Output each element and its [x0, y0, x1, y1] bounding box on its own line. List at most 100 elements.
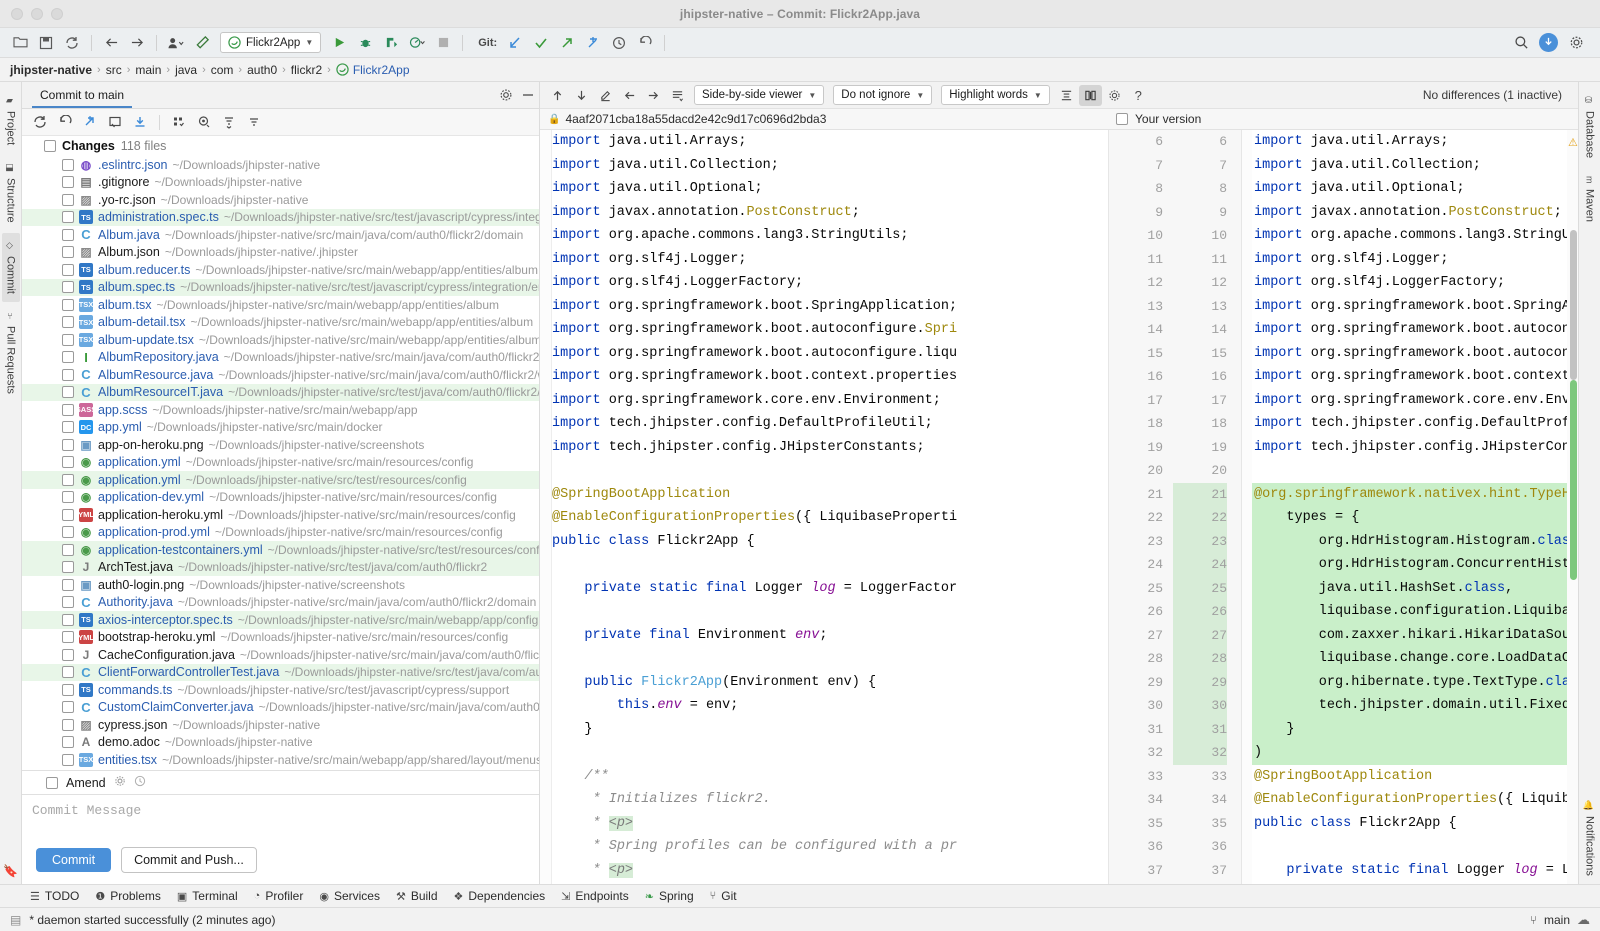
breadcrumb-item-main[interactable]: main — [135, 63, 161, 77]
viewer-mode-selector[interactable]: Side-by-side viewer ▼ — [694, 85, 824, 105]
left-code-content[interactable]: import java.util.Arrays;import java.util… — [540, 130, 1108, 884]
sync-icon[interactable] — [60, 32, 84, 54]
commit-button[interactable]: Commit — [36, 848, 111, 872]
code-line[interactable]: org.hibernate.type.TextType.class, — [1242, 671, 1578, 695]
sidebar-item-structure[interactable]: ⬓ Structure — [2, 155, 20, 231]
rollback-icon[interactable] — [53, 111, 77, 133]
file-row[interactable]: TSXentities.tsx~/Downloads/jhipster-nati… — [22, 751, 539, 769]
profile-icon[interactable] — [164, 32, 188, 54]
history-icon[interactable] — [607, 32, 631, 54]
code-line[interactable]: import java.util.Collection; — [1242, 154, 1578, 178]
code-line[interactable]: com.zaxxer.hikari.HikariDataSource.class… — [1242, 624, 1578, 648]
file-checkbox[interactable] — [62, 561, 74, 573]
breadcrumb-item-project[interactable]: jhipster-native — [10, 63, 92, 77]
search-icon[interactable] — [1509, 32, 1533, 54]
amend-checkbox[interactable] — [46, 777, 58, 789]
code-line[interactable]: import javax.annotation.PostConstruct; — [1242, 201, 1578, 225]
code-line[interactable] — [540, 741, 1108, 765]
tool-window-terminal[interactable]: ▣ Terminal — [177, 889, 238, 903]
code-line[interactable] — [540, 459, 1108, 483]
file-checkbox[interactable] — [62, 299, 74, 311]
code-line[interactable]: ) — [1242, 741, 1578, 765]
file-checkbox[interactable] — [62, 456, 74, 468]
code-line[interactable]: } — [1242, 718, 1578, 742]
code-line[interactable]: java.util.HashSet.class, — [1242, 577, 1578, 601]
file-checkbox[interactable] — [62, 211, 74, 223]
file-checkbox[interactable] — [62, 281, 74, 293]
breadcrumb[interactable]: jhipster-native › src › main › java › co… — [0, 58, 1600, 82]
history-icon[interactable] — [134, 775, 146, 790]
chevron-down-icon[interactable]: ▼ — [808, 91, 816, 100]
file-row[interactable]: TSXalbum-detail.tsx~/Downloads/jhipster-… — [22, 314, 539, 332]
changes-group-header[interactable]: Changes 118 files — [22, 136, 539, 156]
file-row[interactable]: ◍.eslintrc.json~/Downloads/jhipster-nati… — [22, 156, 539, 174]
file-checkbox[interactable] — [62, 264, 74, 276]
cloud-sync-icon[interactable]: ☁ — [1577, 912, 1590, 928]
file-row[interactable]: TSalbum.spec.ts~/Downloads/jhipster-nati… — [22, 279, 539, 297]
code-line[interactable]: import org.slf4j.Logger; — [540, 248, 1108, 272]
hammer-icon[interactable] — [190, 32, 214, 54]
chevron-down-icon[interactable]: ▼ — [305, 38, 313, 47]
file-row[interactable]: ▨.yo-rc.json~/Downloads/jhipster-native — [22, 191, 539, 209]
file-row[interactable]: DCapp.yml~/Downloads/jhipster-native/src… — [22, 419, 539, 437]
file-row[interactable]: TSadministration.spec.ts~/Downloads/jhip… — [22, 209, 539, 227]
file-row[interactable]: CClientForwardControllerTest.java~/Downl… — [22, 664, 539, 682]
file-row[interactable]: JArchTest.java~/Downloads/jhipster-nativ… — [22, 559, 539, 577]
highlight-mode-selector[interactable]: Highlight words ▼ — [941, 85, 1050, 105]
warning-triangle-icon[interactable]: ⚠ — [1568, 136, 1578, 149]
error-stripe-marker-column[interactable]: ⚠ — [1567, 130, 1578, 884]
code-line[interactable]: public class Flickr2App { — [1242, 812, 1578, 836]
tool-window-todo[interactable]: ☰ TODO — [30, 889, 79, 903]
align-changes-icon[interactable] — [1079, 85, 1102, 106]
file-checkbox[interactable] — [62, 736, 74, 748]
sidebar-item-maven[interactable]: m Maven — [1581, 168, 1599, 230]
file-checkbox[interactable] — [62, 316, 74, 328]
run-configuration-selector[interactable]: Flickr2App ▼ — [220, 32, 321, 53]
code-line[interactable]: import org.springframework.boot.autoconf… — [540, 342, 1108, 366]
forward-arrow-icon[interactable] — [125, 32, 149, 54]
file-checkbox[interactable] — [62, 229, 74, 241]
file-row[interactable]: CAlbumResource.java~/Downloads/jhipster-… — [22, 366, 539, 384]
file-checkbox[interactable] — [62, 404, 74, 416]
file-row[interactable]: TScommands.ts~/Downloads/jhipster-native… — [22, 681, 539, 699]
git-push-icon[interactable] — [555, 32, 579, 54]
code-line[interactable]: import org.apache.commons.lang3.StringUt… — [540, 224, 1108, 248]
file-row[interactable]: JCacheConfiguration.java~/Downloads/jhip… — [22, 646, 539, 664]
right-pane-checkbox[interactable] — [1116, 113, 1128, 125]
right-code-content[interactable]: import java.util.Arrays;import java.util… — [1242, 130, 1578, 884]
gear-icon[interactable] — [495, 85, 517, 105]
code-line[interactable]: import tech.jhipster.config.DefaultProfi… — [1242, 412, 1578, 436]
code-line[interactable]: import org.springframework.core.env.Envi… — [1242, 389, 1578, 413]
code-line[interactable]: private final Environment env; — [540, 624, 1108, 648]
file-checkbox[interactable] — [62, 369, 74, 381]
code-line[interactable]: import org.slf4j.LoggerFactory; — [1242, 271, 1578, 295]
file-checkbox[interactable] — [62, 754, 74, 766]
gear-icon[interactable] — [1564, 32, 1588, 54]
file-checkbox[interactable] — [62, 631, 74, 643]
code-line[interactable] — [540, 600, 1108, 624]
expand-all-icon[interactable] — [217, 111, 241, 133]
file-checkbox[interactable] — [62, 351, 74, 363]
code-line[interactable]: * You can find more information on how p… — [540, 882, 1108, 884]
file-checkbox[interactable] — [62, 439, 74, 451]
code-line[interactable]: import org.springframework.boot.autoconf… — [1242, 342, 1578, 366]
file-row[interactable]: ◉application.yml~/Downloads/jhipster-nat… — [22, 471, 539, 489]
file-row[interactable]: YMLapplication-heroku.yml~/Downloads/jhi… — [22, 506, 539, 524]
changes-group-checkbox[interactable] — [44, 140, 56, 152]
file-checkbox[interactable] — [62, 684, 74, 696]
file-row[interactable]: CCustomClaimConverter.java~/Downloads/jh… — [22, 699, 539, 717]
stop-icon[interactable] — [431, 32, 455, 54]
file-row[interactable]: IAlbumRepository.java~/Downloads/jhipste… — [22, 349, 539, 367]
commit-and-push-button[interactable]: Commit and Push... — [121, 847, 257, 873]
file-row[interactable]: ▨Album.json~/Downloads/jhipster-native/.… — [22, 244, 539, 262]
breadcrumb-item-src[interactable]: src — [106, 63, 122, 77]
sidebar-item-notifications[interactable]: 🔔 Notifications — [1581, 792, 1599, 884]
sidebar-item-project[interactable]: ▰ Project — [2, 88, 20, 153]
file-checkbox[interactable] — [62, 159, 74, 171]
file-row[interactable]: ▤flickr2.jdl~/Downloads/jhipster-native — [22, 769, 539, 771]
tool-window-services[interactable]: ◉ Services — [319, 889, 380, 903]
file-row[interactable]: ▣app-on-heroku.png~/Downloads/jhipster-n… — [22, 436, 539, 454]
file-row[interactable]: TSaxios-interceptor.spec.ts~/Downloads/j… — [22, 611, 539, 629]
tool-window-dependencies[interactable]: ❖ Dependencies — [454, 889, 546, 903]
tool-window-profiler[interactable]: ◔ Profiler — [254, 889, 304, 903]
